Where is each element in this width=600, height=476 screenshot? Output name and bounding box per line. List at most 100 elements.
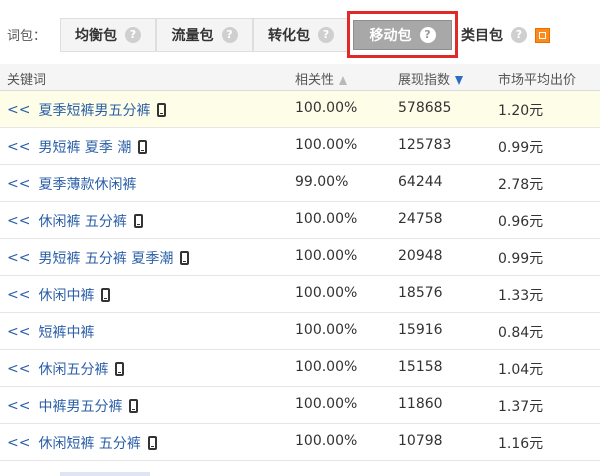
keyword-cell: << 夏季薄款休闲裤: [7, 174, 136, 194]
mobile-phone-icon: [138, 140, 148, 154]
add-keyword-button[interactable]: <<: [7, 102, 30, 118]
impression-index-cell: 15916: [398, 322, 443, 338]
keyword-cell: << 休闲短裤 五分裤: [7, 433, 157, 453]
relevance-cell: 100.00%: [295, 433, 358, 449]
tab-label: 转化包: [268, 28, 310, 44]
impression-index-cell: 11860: [398, 396, 443, 412]
help-icon[interactable]: ?: [125, 27, 141, 43]
tab-category-package[interactable]: 类目包 ?: [461, 18, 550, 52]
mobile-phone-icon: [180, 251, 190, 265]
mobile-phone-icon: [129, 399, 139, 413]
header-avg-price: 市场平均出价: [498, 73, 577, 88]
keyword-table: 关键词 相关性 展现指数 市场平均出价 << 夏季短裤男五分裤 100.00% 578…: [0, 64, 600, 461]
keyword-link[interactable]: 中裤男五分裤: [38, 396, 122, 416]
keyword-link[interactable]: 男短裤 夏季 潮: [38, 137, 131, 157]
table-row: << 休闲短裤 五分裤 100.00% 10798 1.16元: [0, 424, 600, 461]
tab-label: 类目包: [461, 28, 503, 44]
impression-index-cell: 20948: [398, 248, 443, 264]
header-relevance[interactable]: 相关性: [295, 69, 348, 88]
tab-traffic-package[interactable]: 流量包 ?: [156, 18, 253, 52]
avg-price-cell: 1.37元: [498, 399, 544, 415]
keyword-cell: << 短裤中裤: [7, 322, 94, 342]
add-keyword-button[interactable]: <<: [7, 176, 30, 192]
keyword-cell: << 夏季短裤男五分裤: [7, 100, 167, 120]
mobile-phone-icon: [101, 288, 111, 302]
header-impression-index[interactable]: 展现指数: [398, 69, 464, 88]
avg-price-cell: 1.16元: [498, 436, 544, 452]
table-row: << 男短裤 夏季 潮 100.00% 125783 0.99元: [0, 128, 600, 165]
keyword-link[interactable]: 夏季短裤男五分裤: [38, 100, 150, 120]
add-keyword-button[interactable]: <<: [7, 287, 30, 303]
keyword-link[interactable]: 夏季薄款休闲裤: [38, 174, 136, 194]
relevance-cell: 100.00%: [295, 359, 358, 375]
add-keyword-button[interactable]: <<: [7, 361, 30, 377]
keyword-link[interactable]: 休闲短裤 五分裤: [38, 433, 140, 453]
keyword-link[interactable]: 男短裤 五分裤 夏季潮: [38, 248, 173, 268]
add-keyword-button[interactable]: <<: [7, 324, 30, 340]
avg-price-cell: 1.04元: [498, 362, 544, 378]
impression-index-cell: 18576: [398, 285, 443, 301]
avg-price-cell: 0.99元: [498, 140, 544, 156]
keyword-cell: << 中裤男五分裤: [7, 396, 139, 416]
impression-index-cell: 578685: [398, 100, 452, 116]
word-package-label: 词包：: [7, 29, 47, 44]
table-row: << 短裤中裤 100.00% 15916 0.84元: [0, 313, 600, 350]
mobile-phone-icon: [133, 214, 143, 228]
mobile-phone-icon: [147, 436, 157, 450]
avg-price-cell: 2.78元: [498, 177, 544, 193]
sort-up-icon[interactable]: [339, 76, 348, 85]
add-keyword-button[interactable]: <<: [7, 250, 30, 266]
table-body: << 夏季短裤男五分裤 100.00% 578685 1.20元 << 男短裤 夏季 潮 10…: [0, 91, 600, 461]
avg-price-cell: 0.99元: [498, 251, 544, 267]
relevance-cell: 99.00%: [295, 174, 349, 190]
avg-price-cell: 1.33元: [498, 288, 544, 304]
keyword-cell: << 休闲五分裤: [7, 359, 125, 379]
relevance-cell: 100.00%: [295, 322, 358, 338]
header-keyword: 关键词: [7, 73, 47, 88]
add-keyword-button[interactable]: <<: [7, 435, 30, 451]
table-row: << 男短裤 五分裤 夏季潮 100.00% 20948 0.99元: [0, 239, 600, 276]
category-icon[interactable]: [535, 27, 550, 43]
impression-index-cell: 64244: [398, 174, 443, 190]
add-keyword-button[interactable]: <<: [7, 398, 30, 414]
keyword-cell: << 男短裤 五分裤 夏季潮: [7, 248, 190, 268]
tab-label: 流量包: [171, 28, 214, 44]
avg-price-cell: 1.20元: [498, 103, 544, 119]
relevance-cell: 100.00%: [295, 285, 358, 301]
header-index-label: 展现指数: [398, 73, 451, 88]
sort-down-icon[interactable]: [455, 76, 464, 85]
keyword-link[interactable]: 休闲五分裤: [38, 359, 108, 379]
keyword-link[interactable]: 休闲裤 五分裤: [38, 211, 126, 231]
help-icon[interactable]: ?: [221, 27, 238, 43]
add-keyword-button[interactable]: <<: [7, 213, 30, 229]
help-icon[interactable]: ?: [511, 27, 527, 43]
help-icon[interactable]: ?: [318, 27, 334, 43]
keyword-cell: << 休闲裤 五分裤: [7, 211, 143, 231]
help-icon[interactable]: ?: [419, 27, 436, 43]
relevance-cell: 100.00%: [295, 248, 358, 264]
table-row: << 休闲五分裤 100.00% 15158 1.04元: [0, 350, 600, 387]
keyword-link[interactable]: 短裤中裤: [38, 322, 94, 342]
mobile-phone-icon: [115, 362, 125, 376]
relevance-cell: 100.00%: [295, 100, 358, 116]
table-row: << 中裤男五分裤 100.00% 11860 1.37元: [0, 387, 600, 424]
table-header: 关键词 相关性 展现指数 市场平均出价: [0, 64, 600, 91]
table-row: << 休闲中裤 100.00% 18576 1.33元: [0, 276, 600, 313]
tab-label: 均衡包: [75, 28, 117, 44]
header-relevance-label: 相关性: [295, 73, 335, 88]
tab-balanced-package[interactable]: 均衡包 ?: [60, 18, 156, 52]
tab-mobile-package[interactable]: 移动包 ?: [353, 20, 452, 50]
relevance-cell: 100.00%: [295, 211, 358, 227]
keyword-link[interactable]: 休闲中裤: [38, 285, 94, 305]
impression-index-cell: 15158: [398, 359, 443, 375]
relevance-cell: 100.00%: [295, 137, 358, 153]
avg-price-cell: 0.96元: [498, 214, 544, 230]
impression-index-cell: 24758: [398, 211, 443, 227]
add-keyword-button[interactable]: <<: [7, 139, 30, 155]
impression-index-cell: 10798: [398, 433, 443, 449]
table-row-partial: [0, 469, 600, 476]
tab-conversion-package[interactable]: 转化包 ?: [253, 18, 349, 52]
relevance-cell: 100.00%: [295, 396, 358, 412]
keyword-cell: << 男短裤 夏季 潮: [7, 137, 148, 157]
table-row: << 休闲裤 五分裤 100.00% 24758 0.96元: [0, 202, 600, 239]
